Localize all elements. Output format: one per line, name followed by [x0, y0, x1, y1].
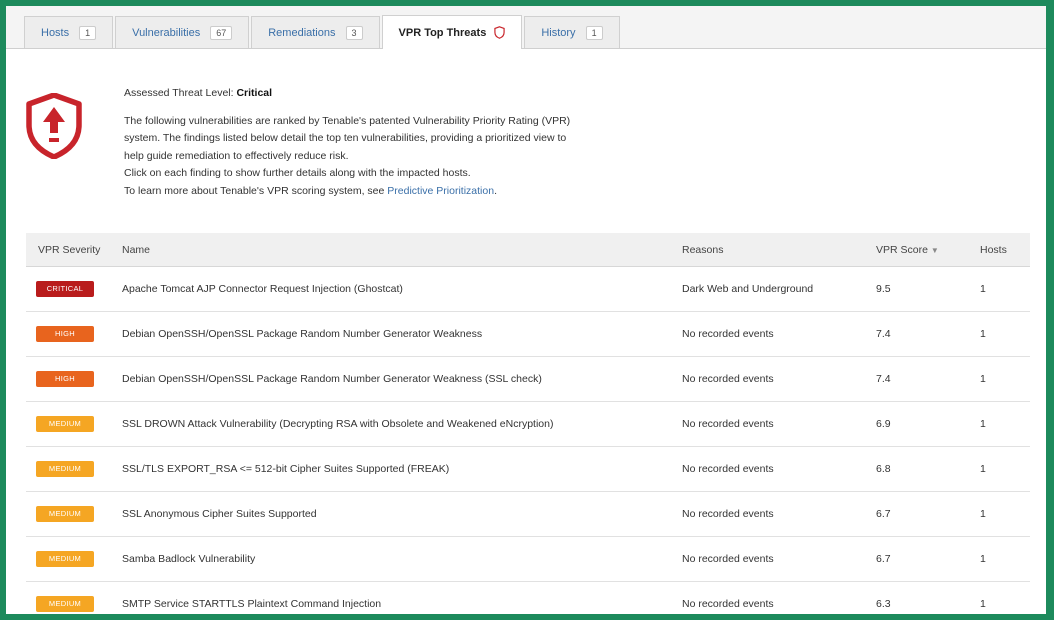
- severity-cell: HIGH: [26, 356, 108, 402]
- severity-cell: MEDIUM: [26, 536, 108, 582]
- report-frame: Hosts 1 Vulnerabilities 67 Remediations …: [6, 6, 1046, 614]
- learn-more-text: To learn more about Tenable's VPR scorin…: [124, 184, 385, 197]
- tab-vpr-top-threats[interactable]: VPR Top Threats: [381, 15, 523, 49]
- severity-badge: MEDIUM: [36, 596, 94, 612]
- table-header-row: VPR Severity Name Reasons VPR Score ▼ Ho…: [26, 233, 1030, 267]
- severity-badge: HIGH: [36, 371, 94, 387]
- table-row[interactable]: HIGH Debian OpenSSH/OpenSSL Package Rando…: [26, 311, 1030, 357]
- tab-count-badge: 3: [345, 25, 363, 40]
- tab-bar: Hosts 1 Vulnerabilities 67 Remediations …: [6, 6, 1046, 49]
- tab-count-badge: 1: [585, 25, 603, 40]
- sort-desc-icon: ▼: [930, 245, 939, 255]
- tab-count-badge: 1: [79, 25, 97, 40]
- severity-badge: MEDIUM: [36, 461, 94, 477]
- vpr-score-cell: 6.7: [862, 491, 966, 537]
- tab-hosts[interactable]: Hosts 1: [24, 16, 114, 48]
- severity-badge: CRITICAL: [36, 281, 94, 297]
- table-row[interactable]: MEDIUM Samba Badlock Vulnerability No reco…: [26, 536, 1030, 582]
- tab-label: Remediations: [268, 26, 336, 39]
- severity-badge: MEDIUM: [36, 506, 94, 522]
- learn-more-line: To learn more about Tenable's VPR scorin…: [124, 184, 497, 197]
- tab-label: History: [541, 26, 576, 39]
- hosts-cell: 1: [966, 536, 1030, 582]
- vpr-score-cell: 6.3: [862, 581, 966, 614]
- threat-level-label: Assessed Threat Level:: [124, 87, 234, 99]
- hosts-cell: 1: [966, 356, 1030, 402]
- table-row[interactable]: MEDIUM SSL Anonymous Cipher Suites Suppor…: [26, 491, 1030, 537]
- header-vpr-severity[interactable]: VPR Severity: [26, 233, 108, 267]
- severity-cell: MEDIUM: [26, 401, 108, 447]
- name-cell: Debian OpenSSH/OpenSSL Package Random Nu…: [108, 311, 668, 357]
- summary-line: system. The findings listed below detail…: [124, 132, 567, 144]
- severity-cell: HIGH: [26, 311, 108, 357]
- reasons-cell: No recorded events: [668, 491, 862, 537]
- tab-history[interactable]: History 1: [524, 16, 620, 48]
- shield-icon: [494, 26, 506, 39]
- summary-line: help guide remediation to effectively re…: [124, 149, 349, 162]
- header-name[interactable]: Name: [108, 233, 668, 267]
- name-cell: Samba Badlock Vulnerability: [108, 536, 668, 582]
- shield-up-arrow-icon: [26, 93, 82, 159]
- summary-line: Click on each finding to show further de…: [124, 167, 471, 179]
- hosts-cell: 1: [966, 446, 1030, 492]
- severity-cell: MEDIUM: [26, 446, 108, 492]
- tab-label: VPR Top Threats: [398, 26, 487, 39]
- reasons-cell: No recorded events: [668, 401, 862, 447]
- reasons-cell: No recorded events: [668, 311, 862, 357]
- vpr-threats-table: VPR Severity Name Reasons VPR Score ▼ Ho…: [26, 233, 1030, 614]
- name-cell: Debian OpenSSH/OpenSSL Package Random Nu…: [108, 356, 668, 402]
- vpr-score-cell: 6.9: [862, 401, 966, 447]
- reasons-cell: Dark Web and Underground: [668, 266, 862, 312]
- vpr-score-cell: 9.5: [862, 266, 966, 312]
- tab-remediations[interactable]: Remediations 3: [251, 16, 380, 48]
- table-row[interactable]: MEDIUM SSL DROWN Attack Vulnerability (De…: [26, 401, 1030, 447]
- table-row[interactable]: CRITICAL Apache Tomcat AJP Connector Requ…: [26, 266, 1030, 312]
- reasons-cell: No recorded events: [668, 536, 862, 582]
- severity-cell: MEDIUM: [26, 491, 108, 537]
- summary-line: The following vulnerabilities are ranked…: [124, 114, 571, 127]
- tab-vulnerabilities[interactable]: Vulnerabilities 67: [115, 16, 250, 48]
- name-cell: SSL DROWN Attack Vulnerability (Decrypti…: [108, 401, 668, 447]
- threat-level-value: Critical: [236, 87, 273, 99]
- summary-text: Assessed Threat Level: Critical The foll…: [124, 85, 570, 200]
- hosts-cell: 1: [966, 266, 1030, 312]
- header-vpr-score[interactable]: VPR Score ▼: [862, 233, 966, 267]
- name-cell: SSL/TLS EXPORT_RSA <= 512-bit Cipher Sui…: [108, 446, 668, 492]
- tab-count-badge: 67: [210, 25, 233, 40]
- threat-summary: Assessed Threat Level: Critical The foll…: [6, 49, 1046, 234]
- vpr-score-cell: 7.4: [862, 311, 966, 357]
- severity-badge: MEDIUM: [36, 416, 94, 432]
- hosts-cell: 1: [966, 491, 1030, 537]
- severity-badge: MEDIUM: [36, 551, 94, 567]
- header-vpr-score-label: VPR Score: [876, 243, 928, 256]
- header-hosts[interactable]: Hosts: [966, 233, 1030, 267]
- reasons-cell: No recorded events: [668, 356, 862, 402]
- tab-label: Vulnerabilities: [132, 26, 201, 39]
- header-reasons[interactable]: Reasons: [668, 233, 862, 267]
- severity-badge: HIGH: [36, 326, 94, 342]
- table-row[interactable]: MEDIUM SSL/TLS EXPORT_RSA <= 512-bit Ciph…: [26, 446, 1030, 492]
- reasons-cell: No recorded events: [668, 446, 862, 492]
- hosts-cell: 1: [966, 401, 1030, 447]
- name-cell: Apache Tomcat AJP Connector Request Inje…: [108, 266, 668, 312]
- vpr-score-cell: 7.4: [862, 356, 966, 402]
- hosts-cell: 1: [966, 311, 1030, 357]
- predictive-prioritization-link[interactable]: Predictive Prioritization: [387, 185, 494, 197]
- tab-label: Hosts: [41, 26, 70, 39]
- table-row[interactable]: MEDIUM SMTP Service STARTTLS Plaintext Co…: [26, 581, 1030, 614]
- name-cell: SSL Anonymous Cipher Suites Supported: [108, 491, 668, 537]
- vpr-score-cell: 6.7: [862, 536, 966, 582]
- severity-cell: CRITICAL: [26, 266, 108, 312]
- name-cell: SMTP Service STARTTLS Plaintext Command …: [108, 581, 668, 614]
- threat-level: Assessed Threat Level: Critical: [124, 85, 570, 103]
- reasons-cell: No recorded events: [668, 581, 862, 614]
- table-row[interactable]: HIGH Debian OpenSSH/OpenSSL Package Rando…: [26, 356, 1030, 402]
- vpr-score-cell: 6.8: [862, 446, 966, 492]
- severity-cell: MEDIUM: [26, 581, 108, 614]
- hosts-cell: 1: [966, 581, 1030, 614]
